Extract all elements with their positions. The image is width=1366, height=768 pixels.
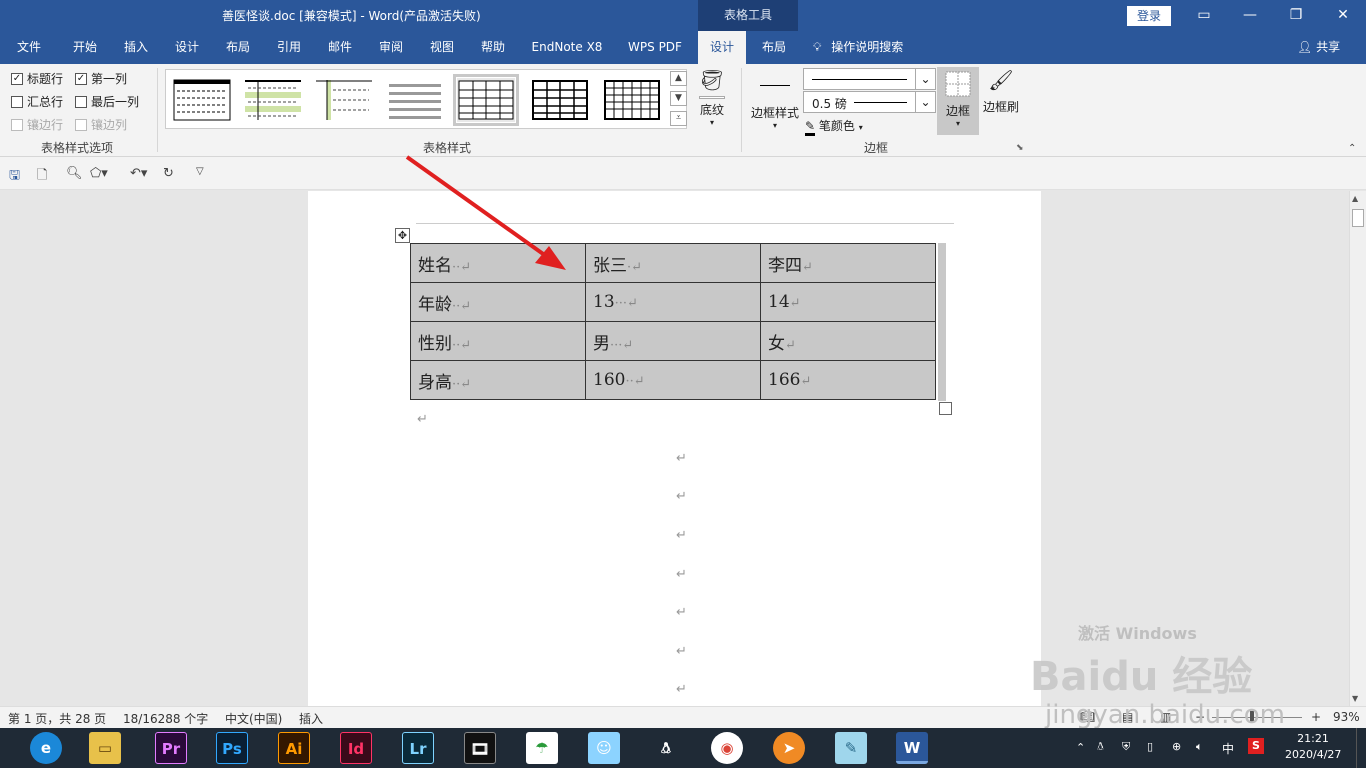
- zoom-level[interactable]: 93%: [1333, 710, 1360, 724]
- photoshop-icon[interactable]: Ps: [216, 732, 248, 764]
- qq-tray-icon[interactable]: 🐧︎: [1097, 740, 1104, 768]
- chrome-icon[interactable]: ◉: [711, 732, 743, 764]
- page-count[interactable]: 第 1 页，共 28 页: [8, 710, 106, 727]
- battery-icon[interactable]: ▯: [1147, 740, 1153, 768]
- word-count[interactable]: 18/16288 个字: [123, 710, 208, 727]
- scroll-down-icon[interactable]: ▼: [1352, 694, 1358, 703]
- time: 21:21: [1297, 732, 1329, 745]
- baidu-watermark: 激活 Windows Baidu 经验: [1030, 624, 1253, 700]
- baidu-url-watermark: jingyan.baidu.com: [1045, 700, 1285, 730]
- browser-icon[interactable]: e: [30, 732, 62, 764]
- security-tray-icon[interactable]: ⛨: [1122, 740, 1130, 768]
- show-desktop-button[interactable]: [1356, 728, 1366, 768]
- premiere-icon[interactable]: Pr: [155, 732, 187, 764]
- insert-mode[interactable]: 插入: [299, 710, 323, 727]
- scrollbar-thumb[interactable]: [1352, 209, 1364, 227]
- file-explorer-icon[interactable]: ▭: [89, 732, 121, 764]
- date: 2020/4/27: [1285, 748, 1342, 761]
- chat-bot-icon[interactable]: ☺: [588, 732, 620, 764]
- network-icon[interactable]: ⊕: [1172, 740, 1181, 768]
- ime-indicator[interactable]: 中: [1222, 740, 1234, 768]
- clock[interactable]: 21:21 2020/4/27: [1285, 732, 1341, 768]
- indesign-icon[interactable]: Id: [340, 732, 372, 764]
- taskbar: e ▭ Pr Ps Ai Id Lr 🎞︎ ☂ ☺ 🐧︎ ◉ ➤ ✎ W ⌃ 🐧…: [0, 728, 1366, 768]
- language[interactable]: 中文(中国): [225, 710, 282, 727]
- video-editor-icon[interactable]: 🎞︎: [464, 732, 496, 764]
- zoom-in-icon[interactable]: +: [1311, 710, 1321, 724]
- media-player-icon[interactable]: ➤: [773, 732, 805, 764]
- qq-icon[interactable]: 🐧︎: [650, 732, 682, 764]
- vertical-scrollbar[interactable]: ▲ ▼: [1349, 191, 1366, 706]
- tray-expand-icon[interactable]: ⌃: [1076, 741, 1085, 768]
- volume-icon[interactable]: 🔈︎: [1196, 740, 1203, 768]
- scroll-up-icon[interactable]: ▲: [1352, 194, 1358, 203]
- sogou-icon[interactable]: S: [1248, 738, 1264, 754]
- lightroom-icon[interactable]: Lr: [402, 732, 434, 764]
- word-icon[interactable]: W: [896, 732, 928, 764]
- umbrella-app-icon[interactable]: ☂: [526, 732, 558, 764]
- illustrator-icon[interactable]: Ai: [278, 732, 310, 764]
- notes-icon[interactable]: ✎: [835, 732, 867, 764]
